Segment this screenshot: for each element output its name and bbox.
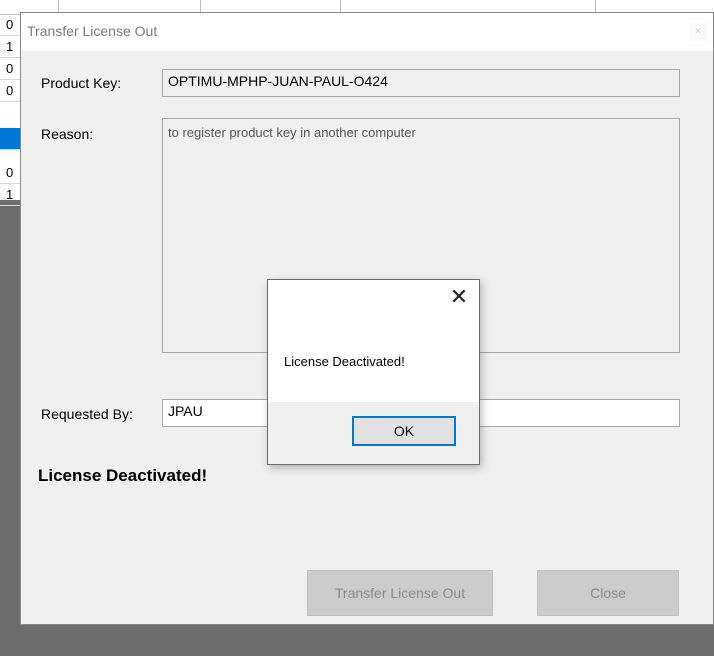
- status-message: License Deactivated!: [38, 466, 208, 485]
- table-row[interactable]: 0: [0, 58, 20, 80]
- dialog-titlebar[interactable]: Transfer License Out ×: [21, 13, 713, 51]
- message-box: ✕ License Deactivated! OK: [267, 279, 480, 465]
- product-key-label: Product Key:: [41, 75, 122, 91]
- message-footer: OK: [268, 402, 479, 464]
- message-close-icon[interactable]: ✕: [447, 284, 471, 310]
- table-row[interactable]: 0: [0, 162, 20, 184]
- message-text: License Deactivated!: [284, 354, 405, 369]
- table-row[interactable]: 1: [0, 36, 20, 58]
- reason-label: Reason:: [41, 126, 94, 142]
- ok-button[interactable]: OK: [352, 416, 456, 446]
- product-key-field[interactable]: OPTIMU-MPHP-JUAN-PAUL-O424: [162, 69, 680, 97]
- transfer-license-out-button[interactable]: Transfer License Out: [307, 570, 493, 616]
- table-row[interactable]: 1: [0, 184, 20, 206]
- table-row-selected[interactable]: [0, 128, 20, 150]
- dialog-title: Transfer License Out: [27, 23, 158, 39]
- table-row[interactable]: 0: [0, 14, 20, 36]
- close-button[interactable]: Close: [537, 570, 679, 616]
- dialog-close-icon[interactable]: ×: [689, 23, 707, 41]
- table-row[interactable]: 0: [0, 80, 20, 102]
- requested-by-label: Requested By:: [41, 406, 133, 422]
